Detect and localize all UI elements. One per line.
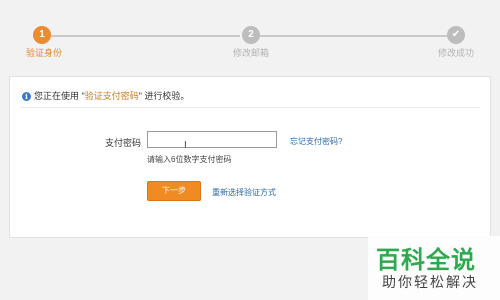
payment-password-label: 支付密码 — [105, 138, 142, 148]
watermark-subtitle: 助你轻松解决 — [382, 274, 478, 290]
notice-prefix: 您正在使用 " — [34, 91, 85, 101]
verification-panel: i 您正在使用 "验证支付密码" 进行校验。 支付密码 Ι 忘记支付密码? 请输入… — [9, 76, 491, 238]
step-connector-2 — [260, 35, 447, 37]
progress-stepper: 1 验证身份 2 修改邮箱 ✔ 修改成功 — [0, 0, 500, 70]
step-1-label: 验证身份 — [26, 48, 63, 58]
password-hint: 请输入6位数字支付密码 — [147, 155, 232, 164]
check-icon: ✔ — [447, 26, 465, 44]
step-1-circle: 1 — [33, 26, 51, 44]
watermark-logo: 百科全说 助你轻松解决 — [368, 236, 500, 300]
next-step-button[interactable]: 下一步 — [147, 181, 201, 201]
step-connector-1 — [48, 35, 240, 37]
step-2-circle: 2 — [242, 26, 260, 44]
text-cursor-icon: Ι — [184, 140, 187, 151]
forgot-password-link[interactable]: 忘记支付密码? — [290, 136, 342, 147]
notice-method: 验证支付密码 — [84, 91, 139, 101]
divider — [20, 107, 480, 108]
step-3-label: 修改成功 — [438, 48, 475, 58]
info-icon: i — [22, 92, 31, 102]
reselect-method-link[interactable]: 重新选择验证方式 — [212, 187, 276, 198]
payment-password-input[interactable] — [147, 131, 277, 148]
step-2-label: 修改邮箱 — [233, 48, 270, 58]
notice-suffix: " 进行校验。 — [138, 91, 190, 101]
verification-notice: i 您正在使用 "验证支付密码" 进行校验。 — [22, 89, 189, 102]
watermark-title: 百科全说 — [376, 247, 476, 274]
